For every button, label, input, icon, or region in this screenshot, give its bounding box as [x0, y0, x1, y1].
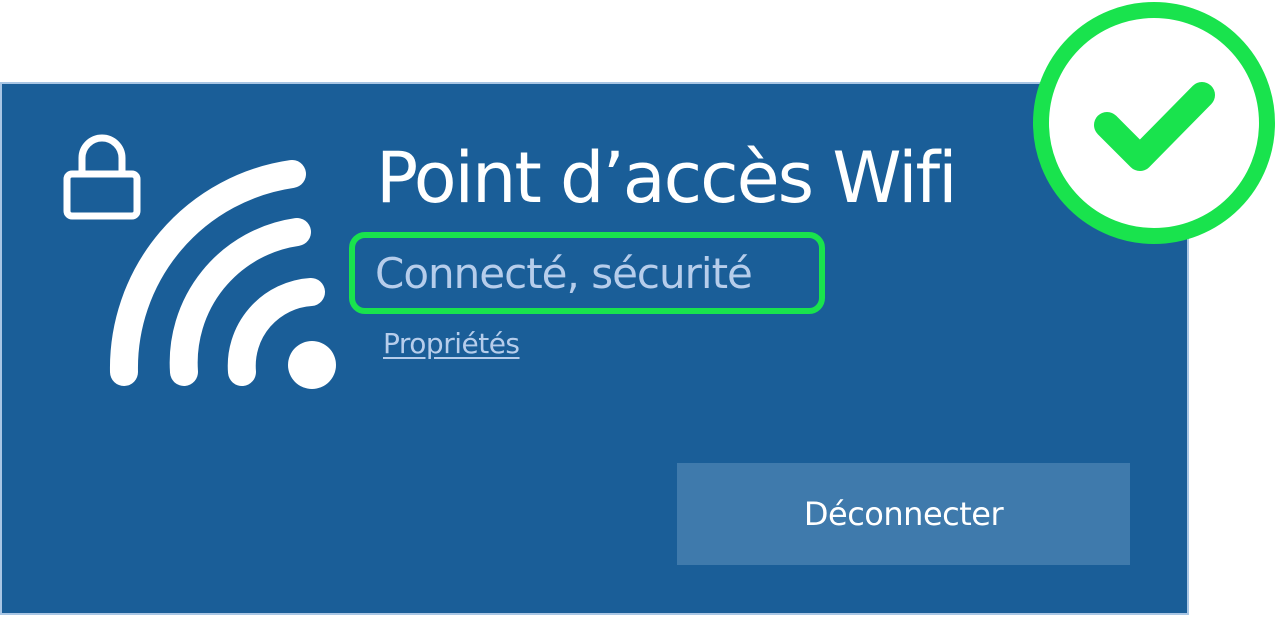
check-circle-icon	[1033, 2, 1275, 244]
disconnect-button[interactable]: Déconnecter	[677, 463, 1130, 565]
properties-link[interactable]: Propriétés	[383, 325, 520, 363]
network-name: Point d’accès Wifi	[376, 137, 958, 219]
wifi-network-card-screen: Point d’accès Wifi Connecté, sécurité Pr…	[0, 0, 1277, 619]
connection-status: Connecté, sécurité	[375, 249, 753, 298]
wifi-signal-icon	[109, 160, 336, 389]
